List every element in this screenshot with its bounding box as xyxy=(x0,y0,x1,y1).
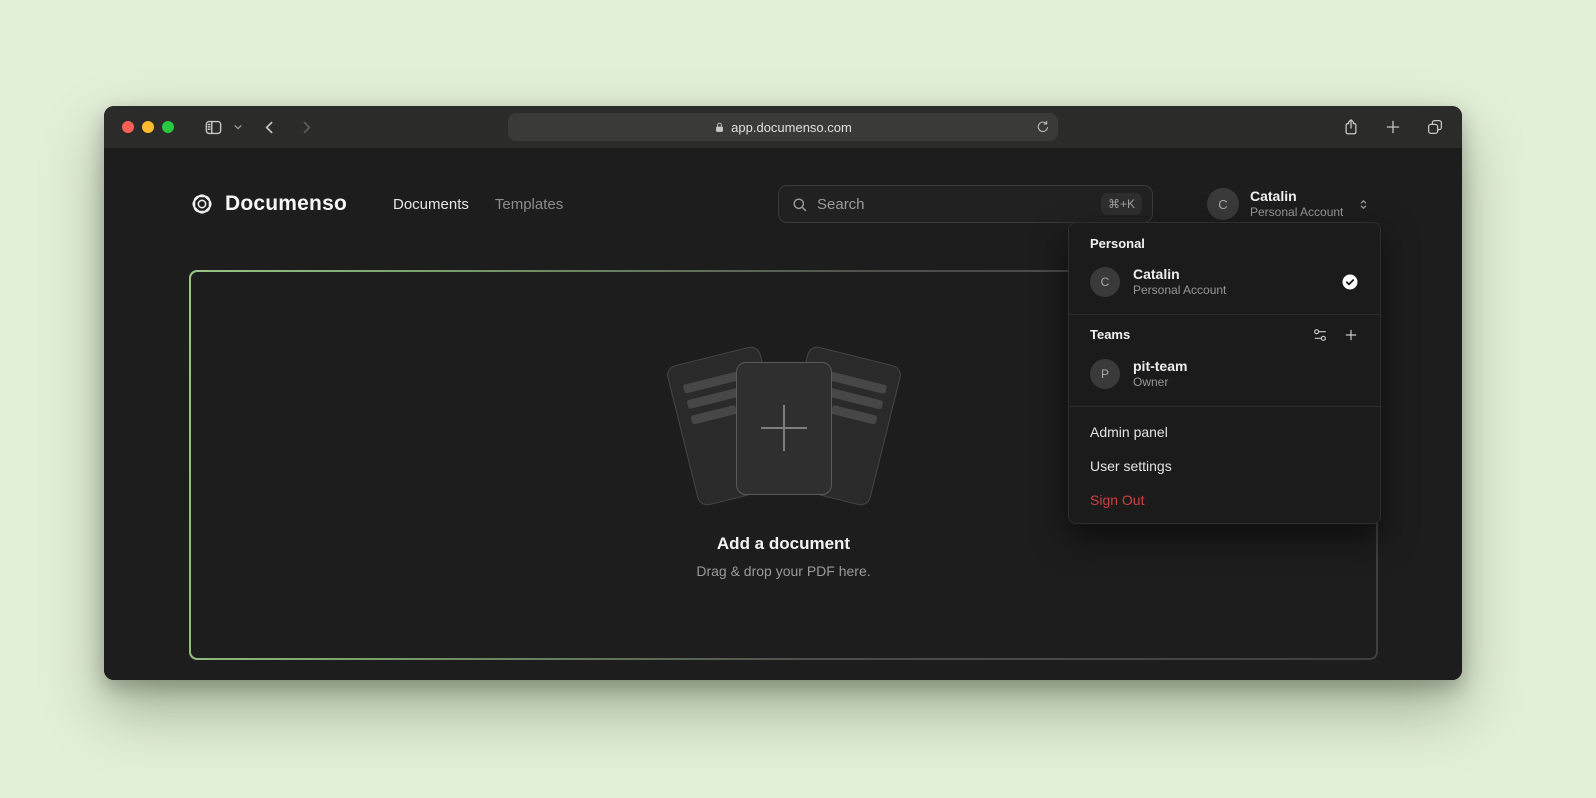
brand-link[interactable]: Documenso xyxy=(189,191,347,217)
sidebar-menu-button[interactable] xyxy=(229,118,247,136)
chevron-right-icon xyxy=(298,119,315,136)
search-input[interactable] xyxy=(817,196,1092,213)
documenso-logo-icon xyxy=(189,191,215,217)
new-tab-button[interactable] xyxy=(1380,114,1406,140)
add-plus-icon xyxy=(761,405,807,451)
document-card-center xyxy=(736,362,832,495)
share-icon xyxy=(1342,118,1360,136)
main-nav: Documents Templates xyxy=(393,196,563,213)
share-button[interactable] xyxy=(1338,114,1364,140)
menu-team-row[interactable]: P pit-team Owner xyxy=(1083,350,1366,398)
account-menu-button[interactable]: C Catalin Personal Account xyxy=(1207,188,1377,221)
chevron-left-icon xyxy=(261,119,278,136)
document-cards-illustration xyxy=(669,352,899,504)
dropzone-subtitle: Drag & drop your PDF here. xyxy=(696,563,870,579)
search-bar[interactable]: ⌘+K xyxy=(778,185,1153,223)
avatar: C xyxy=(1090,267,1120,297)
menu-personal-account-row[interactable]: C Catalin Personal Account xyxy=(1083,258,1366,306)
nav-templates[interactable]: Templates xyxy=(495,196,563,213)
menu-divider xyxy=(1069,406,1380,407)
menu-item-user-settings[interactable]: User settings xyxy=(1069,449,1380,483)
browser-window: app.documenso.com xyxy=(104,106,1462,680)
menu-divider xyxy=(1069,314,1380,315)
manage-teams-button[interactable] xyxy=(1312,327,1328,343)
account-subtitle: Personal Account xyxy=(1250,205,1343,220)
traffic-lights xyxy=(104,121,174,133)
search-icon xyxy=(791,196,808,213)
tab-overview-button[interactable] xyxy=(1422,114,1448,140)
team-name: pit-team xyxy=(1133,357,1187,375)
menu-item-sign-out[interactable]: Sign Out xyxy=(1069,483,1380,517)
menu-account-subtitle: Personal Account xyxy=(1133,283,1226,299)
refresh-icon xyxy=(1036,120,1050,134)
brand-name: Documenso xyxy=(225,192,347,216)
toolbar-right-group xyxy=(1338,114,1448,140)
menu-item-admin-panel[interactable]: Admin panel xyxy=(1069,415,1380,449)
plus-icon xyxy=(1384,118,1402,136)
add-team-button[interactable] xyxy=(1343,327,1359,343)
forward-button[interactable] xyxy=(294,115,319,140)
sidebar-icon xyxy=(204,118,223,137)
address-bar[interactable]: app.documenso.com xyxy=(508,113,1058,141)
plus-icon xyxy=(1343,327,1359,343)
sliders-icon xyxy=(1312,327,1328,343)
tabs-icon xyxy=(1426,118,1444,136)
sidebar-toggle-button[interactable] xyxy=(200,114,227,141)
account-dropdown-menu: Personal C Catalin Personal Account Team… xyxy=(1068,222,1381,524)
avatar: C xyxy=(1207,188,1239,220)
zoom-window-button[interactable] xyxy=(162,121,174,133)
refresh-button[interactable] xyxy=(1036,120,1050,134)
nav-documents[interactable]: Documents xyxy=(393,196,469,213)
menu-account-name: Catalin xyxy=(1133,265,1226,283)
dropzone-title: Add a document xyxy=(717,534,850,554)
teams-section-header: Teams xyxy=(1083,323,1366,350)
url-text: app.documenso.com xyxy=(731,120,852,135)
selected-check-icon xyxy=(1341,273,1359,291)
close-window-button[interactable] xyxy=(122,121,134,133)
teams-section-label: Teams xyxy=(1090,327,1130,342)
browser-toolbar: app.documenso.com xyxy=(104,106,1462,148)
team-role: Owner xyxy=(1133,375,1187,391)
account-name: Catalin xyxy=(1250,188,1343,206)
lock-icon xyxy=(714,121,725,134)
search-shortcut-badge: ⌘+K xyxy=(1101,193,1142,215)
minimize-window-button[interactable] xyxy=(142,121,154,133)
avatar: P xyxy=(1090,359,1120,389)
toolbar-nav-group xyxy=(200,114,319,141)
chevron-down-icon xyxy=(233,122,243,132)
chevron-up-down-icon xyxy=(1356,197,1371,212)
personal-section-label: Personal xyxy=(1083,231,1366,258)
back-button[interactable] xyxy=(257,115,282,140)
